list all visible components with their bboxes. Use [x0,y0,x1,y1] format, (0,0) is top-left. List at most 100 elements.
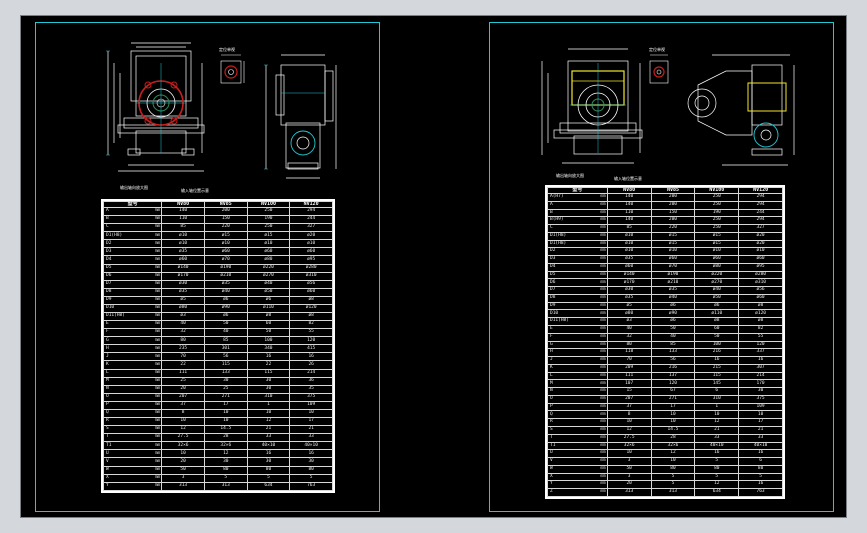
table-cell: 50 [203,320,248,330]
row-label: D5 mm [547,270,608,280]
table-row: D4 mm ø60 ø70 ø80 ø95 [547,262,783,272]
table-cell: 10 [606,418,652,427]
drawing-sheet-right[interactable]: 输出轴向放大图 输入轴位置示意 定位单视 型号 NV80 NV85 NV100 … [489,22,834,512]
table-cell: 327 [289,223,333,233]
row-label: Gmm [102,336,163,346]
row-unit: mm [600,403,606,409]
table-cell: 170 [738,379,783,389]
table-cell: 190 [246,215,291,225]
table-cell: ø10 [289,239,333,249]
table-cell: ø35 [161,247,205,257]
row-symbol: D8 [106,289,112,295]
row-symbol: D6 [106,272,112,278]
row-unit: mm [154,232,161,238]
table-cell: ø50 [246,287,291,297]
table-cell: ø220 [694,270,740,280]
table-cell: 30 [246,457,291,467]
row-label: D4 mm [547,262,608,272]
table-cell: ø60 [606,262,652,272]
table-row: Xmm 3 5 5 5 [547,472,783,482]
row-symbol: D11(H8) [550,318,569,324]
row-unit: mm [600,333,606,339]
table-cell: 294 [738,216,783,226]
row-label: Lmm [102,368,163,378]
table-cell: 22 [161,360,205,370]
table-cell: 1 [694,402,740,412]
row-label: D8 mm [547,293,608,303]
table-cell: 16 [738,356,783,365]
table-cell: ø10 [694,247,740,257]
table-cell: ø3 [161,312,205,322]
table-cell: 32 [161,328,205,338]
table-cell: 200 [650,216,696,226]
table-cell: 10 [161,417,205,427]
row-symbol: D5 [550,271,556,277]
table-cell: ø6 [203,295,248,305]
table-cell: 10 [738,410,783,420]
table-cell: 32×6 [161,441,205,451]
table-cell: ø35 [161,287,205,297]
row-label: Nmm [102,384,163,394]
table-row: D1(H8) mm ø10 ø15 ø15 ø20 [102,231,333,241]
gearbox-drawing-left [106,42,337,179]
row-unit: mm [600,248,606,254]
table-cell: ø8 [694,317,740,327]
row-unit: mm [600,489,606,495]
table-cell: 80 [650,464,696,474]
row-label: Cmm [102,223,163,233]
table-cell: 250 [246,223,291,233]
table-cell: 25 [161,376,205,386]
table-cell: 37 [161,400,205,410]
table-row: Ymm 313 313 634 763 [102,481,333,492]
table-row: Mmm 25 30 30 36 [102,376,333,386]
table-cell: ø8 [738,301,783,311]
detail-view [220,54,245,84]
table-cell: 207 [606,394,652,404]
table-row: D6 mm ø170 ø210 ø270 ø310 [102,271,333,281]
table-cell: 244 [289,215,333,225]
row-label: D9 mm [547,301,608,311]
row-symbol: P [106,402,109,408]
row-symbol: F [550,333,553,339]
row-symbol: D4 [106,256,112,262]
table-cell: 337 [738,348,783,358]
table-cell: ø60 [738,255,783,264]
row-unit: mm [154,361,161,367]
table-row: Bmm 110 150 190 244 [547,208,783,218]
table-cell: 82 [738,325,783,334]
table-cell: 14.5 [203,425,248,435]
table-cell: 40×10 [738,441,783,451]
table-cell: 17 [650,402,696,412]
table-cell: 30 [738,387,783,396]
table-row: Omm 207 271 310 375 [102,392,333,402]
table-cell: 36 [289,376,333,386]
dimension-table-right: 型号 NV80 NV85 NV100 NV120 A(H7) mm 140 200 25… [545,185,785,499]
table-cell: 12 [246,417,291,427]
table-cell: 30 [203,457,248,467]
table-row: D3 mm ø35 ø60 ø60 ø60 [102,247,333,257]
table-row: Vmm 3 10 5 6 [547,457,783,466]
table-cell: 3 [606,457,652,466]
row-symbol: D2 [106,240,112,246]
drawing-sheet-left[interactable]: 输出轴向放大图 输入轴位置示意 定位单视 型号 NV80 NV85 NV100 … [35,22,380,512]
row-symbol: T [106,434,109,440]
table-cell: ø30 [606,286,652,295]
table-cell: ø270 [246,271,291,281]
table-cell: 133 [650,348,696,358]
table-cell: 107 [606,379,652,389]
table-cell: 301 [203,344,248,354]
table-cell: ø35 [606,255,652,264]
table-row: D10 mm ø80 ø90 ø110 ø120 [547,309,783,319]
table-cell: ø280 [738,270,783,280]
cad-model-space[interactable]: 输出轴向放大图 输入轴位置示意 定位单视 型号 NV80 NV85 NV100 … [20,15,847,518]
table-cell: 190 [694,208,740,218]
row-label: D6 mm [547,278,608,288]
row-unit: mm [600,372,606,378]
table-cell: 10 [203,408,248,419]
table-cell: ø280 [289,263,333,273]
table-cell: 220 [650,224,696,233]
table-cell: ø6 [650,317,696,327]
table-cell: ø56 [738,286,783,295]
table-cell: 111 [161,368,205,378]
row-label: Qmm [102,408,163,419]
